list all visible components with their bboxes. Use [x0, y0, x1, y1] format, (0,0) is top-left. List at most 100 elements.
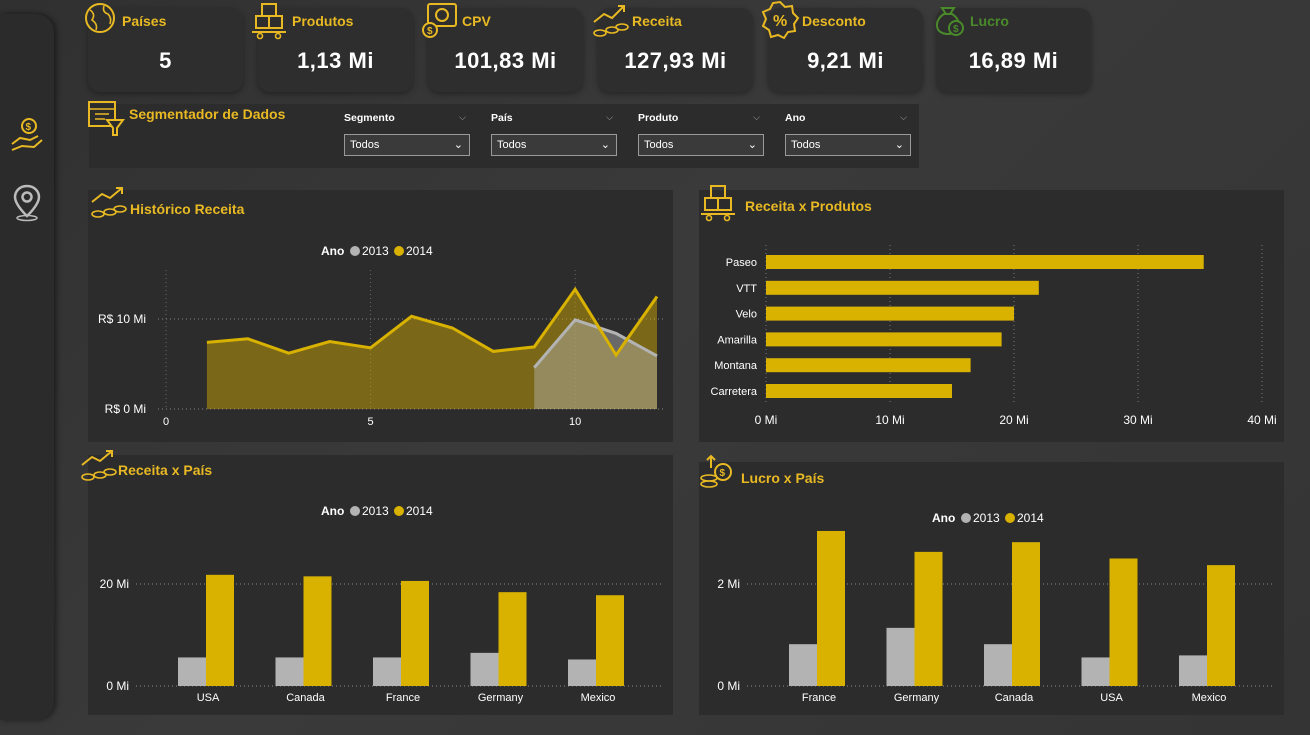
y-tick-label: 0 Mi	[717, 679, 740, 693]
kpi-card-receita: Receita 127,93 Mi	[593, 5, 753, 92]
globe-hand-icon	[85, 3, 115, 33]
panel-historico-receita: Histórico Receita Ano 2013 2014 R$ 0 Mi R$ 1…	[88, 187, 673, 442]
kpi-value: 101,83 Mi	[454, 48, 557, 73]
slicer-label: País	[491, 112, 513, 124]
legend-title: Ano	[932, 511, 955, 525]
kpi-value: 1,13 Mi	[297, 48, 374, 73]
column-chart[interactable]: Ano 2013 2014 0 Mi 20 Mi USA Canada France Germa…	[88, 455, 673, 715]
chevron-down-icon[interactable]: ⌵	[459, 112, 466, 123]
bar	[766, 280, 1039, 295]
kpi-title: Lucro	[970, 13, 1009, 29]
slicer-pais: País ⌵ Todos ⌄	[491, 112, 617, 156]
slicer-segmento: Segmento ⌵ Todos ⌄	[344, 112, 470, 156]
bar	[568, 659, 596, 686]
y-tick-label: Paseo	[726, 257, 757, 269]
bar	[1081, 657, 1110, 686]
slicer-dropdown[interactable]: Todos ⌄	[491, 134, 617, 156]
horizontal-bar-chart[interactable]: 0 Mi 10 Mi 20 Mi 30 Mi 40 Mi Paseo VTT Velo Amar…	[699, 190, 1284, 442]
percent-badge-icon: %	[761, 0, 800, 40]
bar	[470, 652, 499, 686]
data-filter-icon	[88, 101, 125, 136]
bar	[178, 657, 206, 686]
y-tick-label: VTT	[736, 283, 757, 295]
chevron-down-icon[interactable]: ⌵	[900, 112, 907, 123]
legend-label: 2014	[1017, 511, 1044, 525]
bar	[914, 551, 943, 686]
kpi-card-cpv: $ CPV 101,83 Mi	[422, 3, 583, 92]
slicer-value: Todos	[497, 139, 527, 151]
kpi-title: Receita	[632, 13, 682, 29]
x-tick-label: 5	[368, 416, 374, 428]
dropdown-arrow-icon[interactable]: ⌄	[601, 135, 610, 155]
legend-title: Ano	[321, 504, 344, 518]
bar	[498, 592, 527, 686]
side-navigation: $	[0, 14, 54, 720]
slicer-dropdown[interactable]: Todos ⌄	[785, 134, 911, 156]
bar	[1012, 542, 1040, 686]
kpi-value: 16,89 Mi	[968, 48, 1059, 73]
slicer-label: Segmento	[344, 112, 395, 124]
bar	[984, 644, 1012, 686]
x-tick-label: USA	[1100, 692, 1123, 704]
panel-lucro-pais: $ Lucro x País Ano 2013 2014 0 Mi 2 Mi France…	[699, 454, 1284, 715]
kpi-title: Países	[122, 13, 167, 29]
bar	[303, 576, 332, 686]
x-tick-label: France	[802, 692, 836, 704]
x-tick-label: 40 Mi	[1247, 413, 1276, 427]
map-pin-icon[interactable]	[8, 182, 46, 222]
legend-label: 2014	[406, 244, 433, 258]
legend-label: 2013	[362, 244, 389, 258]
bar	[817, 530, 845, 686]
bar	[766, 255, 1204, 269]
x-tick-label: USA	[197, 692, 220, 704]
y-tick-label: 20 Mi	[100, 577, 129, 591]
bar	[789, 644, 817, 686]
x-tick-label: Canada	[995, 692, 1034, 704]
y-tick-label: Amarilla	[717, 334, 758, 346]
line-area-chart[interactable]: Ano 2013 2014 R$ 0 Mi R$ 10 Mi 0 5 10	[88, 190, 673, 442]
y-tick-label: R$ 10 Mi	[98, 312, 146, 326]
x-tick-label: 30 Mi	[1123, 413, 1152, 427]
dropdown-arrow-icon[interactable]: ⌄	[454, 135, 463, 155]
y-tick-label: R$ 0 Mi	[105, 402, 146, 416]
chevron-down-icon[interactable]: ⌵	[606, 112, 613, 123]
panel-receita-pais: Receita x País Ano 2013 2014 0 Mi 20 Mi USA Ca…	[81, 450, 673, 715]
x-tick-label: 20 Mi	[999, 413, 1028, 427]
slicer-panel: Segmentador de Dados Segmento ⌵ Todos ⌄ …	[88, 101, 919, 168]
kpi-card-lucro: $ Lucro 16,89 Mi	[936, 7, 1091, 92]
x-tick-label: France	[386, 692, 420, 704]
slicer-dropdown[interactable]: Todos ⌄	[638, 134, 764, 156]
dropdown-arrow-icon[interactable]: ⌄	[895, 135, 904, 155]
kpi-value: 9,21 Mi	[807, 48, 884, 73]
column-chart[interactable]: Ano 2013 2014 0 Mi 2 Mi France Germany Canada US…	[699, 462, 1284, 715]
bar	[206, 574, 234, 686]
kpi-card-paises: Países 5	[85, 3, 243, 92]
svg-text:$: $	[26, 122, 32, 133]
chevron-down-icon[interactable]: ⌵	[753, 112, 760, 123]
dropdown-arrow-icon[interactable]: ⌄	[748, 135, 757, 155]
legend-marker	[394, 506, 404, 516]
kpi-card-desconto: % Desconto 9,21 Mi	[761, 0, 923, 92]
y-tick-label: Carretera	[711, 386, 758, 398]
legend-marker	[961, 513, 971, 523]
y-tick-label: 2 Mi	[717, 577, 740, 591]
legend-title: Ano	[321, 244, 344, 258]
slicer-dropdown[interactable]: Todos ⌄	[344, 134, 470, 156]
bar	[401, 580, 429, 686]
slicer-label: Ano	[785, 112, 806, 124]
legend-label: 2013	[973, 511, 1000, 525]
money-hand-icon[interactable]: $	[8, 116, 46, 156]
kpi-title: Desconto	[802, 13, 866, 29]
kpi-value: 127,93 Mi	[624, 48, 727, 73]
y-tick-label: Velo	[736, 309, 757, 321]
x-tick-label: 0	[163, 416, 169, 428]
svg-text:%: %	[773, 13, 787, 30]
x-tick-label: Mexico	[581, 692, 616, 704]
y-tick-label: 0 Mi	[106, 679, 129, 693]
legend-label: 2013	[362, 504, 389, 518]
slicer-value: Todos	[350, 139, 380, 151]
legend-marker	[350, 506, 360, 516]
x-tick-label: Canada	[286, 692, 325, 704]
x-tick-label: 0 Mi	[755, 413, 778, 427]
bar	[766, 332, 1002, 347]
